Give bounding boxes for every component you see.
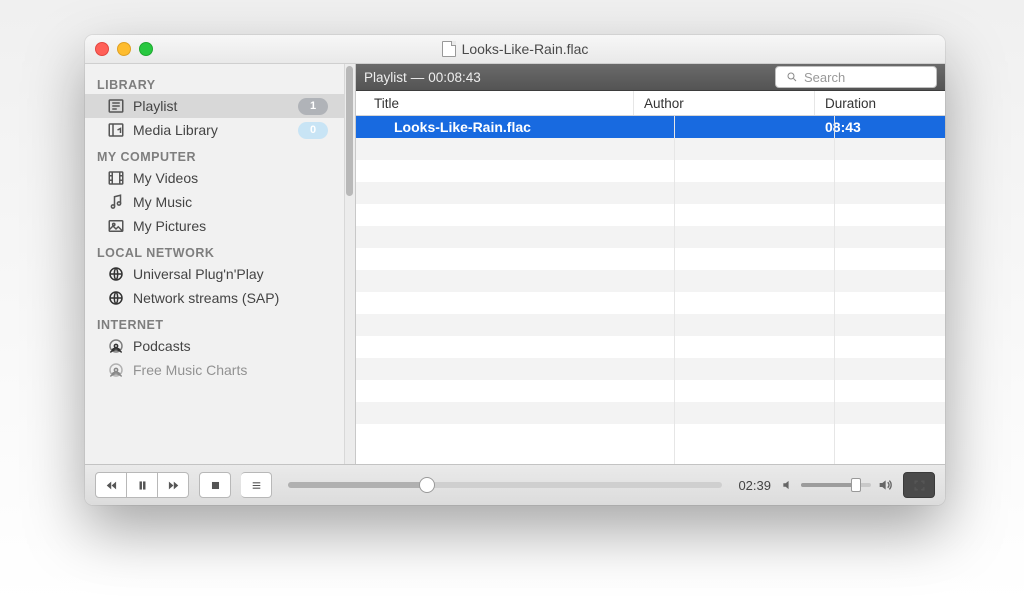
search-input[interactable]: Search [775, 66, 937, 88]
table-row-empty [356, 248, 945, 270]
playlist-icon [107, 97, 125, 115]
table-row-empty [356, 204, 945, 226]
sidebar-item-media-library[interactable]: Media Library 0 [85, 118, 344, 142]
table-row-empty [356, 424, 945, 446]
column-header-author[interactable]: Author [634, 91, 815, 115]
music-note-icon [107, 193, 125, 211]
main-panel: Playlist — 00:08:43 Search Title Author … [356, 64, 945, 464]
sidebar-item-label: Playlist [133, 98, 177, 114]
table-row-empty [356, 402, 945, 424]
table-row-empty [356, 226, 945, 248]
table-row-empty [356, 270, 945, 292]
sidebar: LIBRARY Playlist 1 Media Library 0 MY CO… [85, 64, 356, 464]
stop-button[interactable] [199, 472, 231, 498]
library-icon [107, 121, 125, 139]
table-row-empty [356, 336, 945, 358]
playlist-header-label: Playlist [364, 70, 407, 85]
window-title-text: Looks-Like-Rain.flac [462, 41, 589, 57]
transport-group [95, 472, 189, 498]
previous-button[interactable] [95, 472, 127, 498]
sidebar-badge: 1 [298, 98, 328, 115]
podcast-icon [107, 361, 125, 379]
seek-knob[interactable] [419, 477, 435, 493]
globe-icon [107, 289, 125, 307]
sidebar-heading-my-computer: MY COMPUTER [85, 142, 344, 166]
app-window: Looks-Like-Rain.flac LIBRARY Playlist 1 [85, 35, 945, 505]
column-header-title[interactable]: Title [356, 91, 634, 115]
file-icon [442, 41, 456, 57]
seek-fill [288, 482, 427, 488]
globe-icon [107, 265, 125, 283]
elapsed-time: 02:39 [738, 478, 771, 493]
table-row-empty [356, 160, 945, 182]
search-icon [786, 71, 798, 83]
volume-low-icon [781, 478, 795, 492]
table-row-empty [356, 358, 945, 380]
sidebar-item-label: My Music [133, 194, 192, 210]
playlist-table: Title Author Duration Looks-Like-Rain.fl… [356, 91, 945, 464]
playlist-header: Playlist — 00:08:43 Search [356, 64, 945, 91]
volume-control [781, 477, 893, 493]
traffic-lights [85, 42, 153, 56]
sidebar-item-label: Network streams (SAP) [133, 290, 279, 306]
sidebar-item-upnp[interactable]: Universal Plug'n'Play [85, 262, 344, 286]
pause-button[interactable] [127, 472, 158, 498]
fullscreen-button[interactable] [903, 472, 935, 498]
playlist-header-separator: — [411, 70, 425, 85]
table-row-empty [356, 380, 945, 402]
search-placeholder: Search [804, 70, 845, 85]
table-header-row: Title Author Duration [356, 91, 945, 116]
seek-slider[interactable] [288, 482, 722, 488]
zoom-window-button[interactable] [139, 42, 153, 56]
sidebar-item-sap[interactable]: Network streams (SAP) [85, 286, 344, 310]
window-titlebar: Looks-Like-Rain.flac [85, 35, 945, 64]
sidebar-badge: 0 [298, 122, 328, 139]
sidebar-item-my-pictures[interactable]: My Pictures [85, 214, 344, 238]
table-row-empty [356, 292, 945, 314]
playlist-toggle-button[interactable] [241, 472, 272, 498]
sidebar-item-podcasts[interactable]: Podcasts [85, 334, 344, 358]
window-title: Looks-Like-Rain.flac [85, 41, 945, 57]
column-header-duration[interactable]: Duration [815, 91, 945, 115]
sidebar-heading-local-network: LOCAL NETWORK [85, 238, 344, 262]
sidebar-item-label: Universal Plug'n'Play [133, 266, 264, 282]
volume-fill [801, 483, 856, 487]
sidebar-scrollbar[interactable] [344, 64, 355, 464]
table-body: Looks-Like-Rain.flac 08:43 [356, 116, 945, 464]
sidebar-item-my-music[interactable]: My Music [85, 190, 344, 214]
volume-high-icon [877, 477, 893, 493]
cell-title: Looks-Like-Rain.flac [356, 119, 635, 135]
sidebar-item-playlist[interactable]: Playlist 1 [85, 94, 344, 118]
table-row[interactable]: Looks-Like-Rain.flac 08:43 [356, 116, 945, 138]
sidebar-item-my-videos[interactable]: My Videos [85, 166, 344, 190]
podcast-icon [107, 337, 125, 355]
sidebar-item-label: My Videos [133, 170, 198, 186]
playlist-total-duration: 00:08:43 [428, 70, 481, 85]
sidebar-item-free-music-charts[interactable]: Free Music Charts [85, 358, 344, 382]
table-row-empty [356, 314, 945, 336]
sidebar-scrollbar-thumb[interactable] [346, 66, 353, 196]
close-window-button[interactable] [95, 42, 109, 56]
sidebar-item-label: Podcasts [133, 338, 191, 354]
volume-knob[interactable] [851, 478, 861, 492]
sidebar-item-label: My Pictures [133, 218, 206, 234]
playback-controls: 02:39 [85, 464, 945, 505]
table-row-empty [356, 182, 945, 204]
next-button[interactable] [158, 472, 189, 498]
pictures-icon [107, 217, 125, 235]
table-row-empty [356, 138, 945, 160]
film-icon [107, 169, 125, 187]
minimize-window-button[interactable] [117, 42, 131, 56]
sidebar-item-label: Media Library [133, 122, 218, 138]
sidebar-item-label: Free Music Charts [133, 362, 247, 378]
volume-slider[interactable] [801, 483, 871, 487]
sidebar-heading-library: LIBRARY [85, 70, 344, 94]
sidebar-heading-internet: INTERNET [85, 310, 344, 334]
